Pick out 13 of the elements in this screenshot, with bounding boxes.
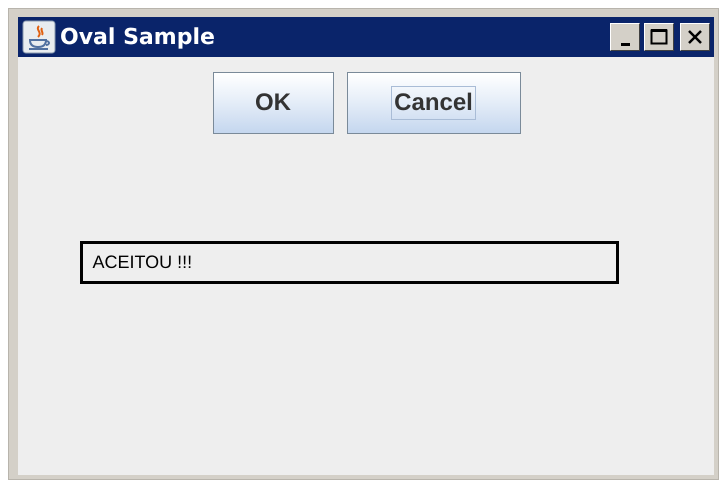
focus-outline: OK (254, 88, 292, 118)
close-icon (687, 29, 703, 45)
message-label: ACEITOU !!! (80, 241, 618, 284)
coffee-cup-icon (22, 20, 56, 54)
minimize-icon (620, 42, 630, 46)
dialog-button[interactable]: Cancel (346, 72, 520, 134)
maximize-icon (650, 28, 668, 46)
window-title: Oval Sample (60, 24, 216, 50)
maximize-button[interactable] (644, 23, 674, 51)
dialog-button[interactable]: OK (212, 72, 334, 134)
focus-outline: Cancel (391, 86, 476, 120)
minimize-button[interactable] (610, 23, 640, 51)
close-button[interactable] (680, 23, 710, 51)
